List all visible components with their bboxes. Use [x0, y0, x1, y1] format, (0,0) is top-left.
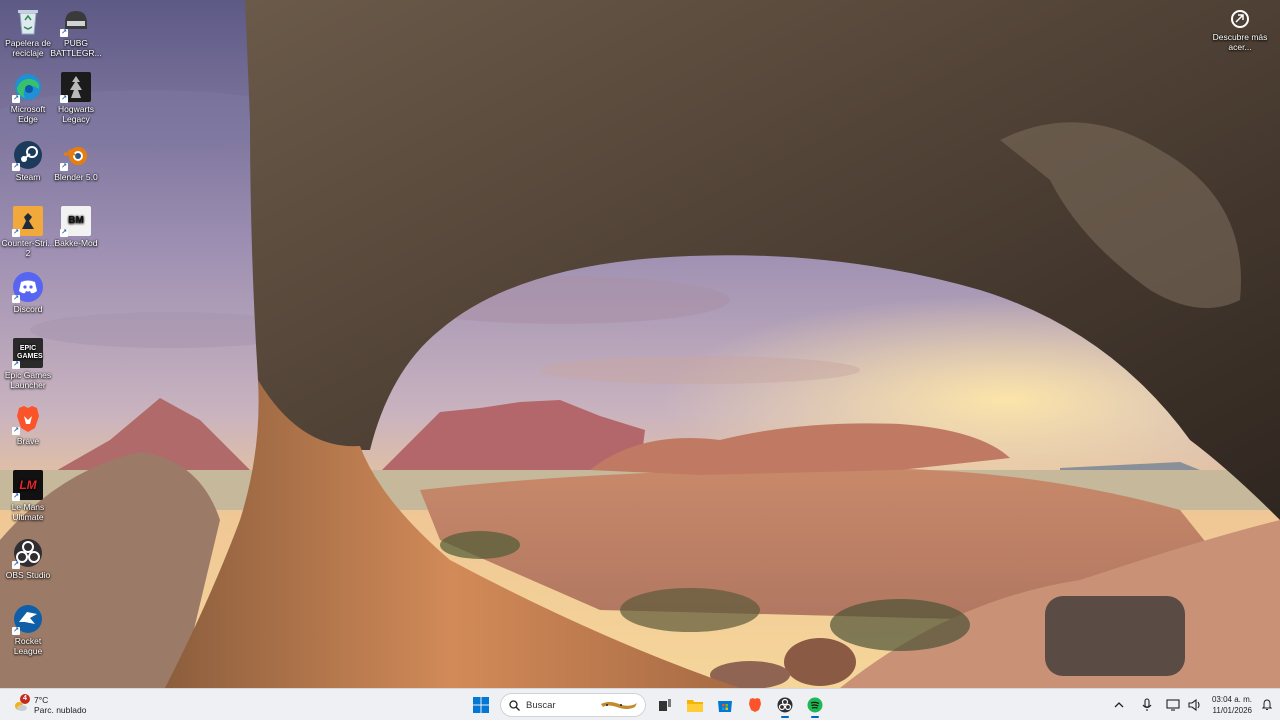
desktop-icon-brave[interactable]: ↗ Brave	[0, 404, 56, 446]
spotify-icon	[807, 697, 823, 713]
brave-taskbar-button[interactable]	[742, 692, 768, 718]
desktop-icon-label: Le Mans Ultimate	[11, 502, 45, 522]
bakkesmod-icon: BM ↗	[60, 206, 91, 237]
pubg-icon: ↗	[60, 6, 91, 37]
chevron-up-icon[interactable]	[1110, 696, 1128, 714]
discover-label: Descubre más acer...	[1212, 32, 1268, 52]
file-explorer-button[interactable]	[682, 692, 708, 718]
weather-widget[interactable]: 4 7°C Parc. nublado	[12, 693, 86, 717]
recycle-bin-icon	[13, 6, 43, 36]
desktop-icon-epic-games[interactable]: EPIC GAMES ↗ Epic Games Launcher	[0, 338, 56, 390]
discord-icon: ↗	[12, 272, 43, 303]
brave-icon	[749, 698, 761, 712]
weather-temp: 7°C	[34, 695, 49, 705]
desktop-icon-blender[interactable]: ↗ Blender 5.0	[48, 140, 104, 182]
counter-strike-icon: ↗	[12, 206, 43, 237]
taskbar-apps: Buscar	[466, 692, 830, 718]
desktop-icon-hogwarts[interactable]: ↗ Hogwarts Legacy	[48, 72, 104, 124]
windows-icon	[473, 697, 489, 713]
hogwarts-icon: ↗	[60, 72, 91, 103]
desktop-icon-discord[interactable]: ↗ Discord	[0, 272, 56, 314]
notifications-bell-icon[interactable]	[1260, 689, 1274, 721]
discover-icon	[1231, 10, 1249, 28]
microphone-icon[interactable]	[1138, 696, 1156, 714]
clock[interactable]: 03:04 a. m. 11/01/2026	[1212, 694, 1252, 716]
network-icon[interactable]	[1164, 696, 1182, 714]
task-view-button[interactable]	[652, 692, 678, 718]
search-icon	[509, 699, 520, 711]
desktop-icon-label: Discord	[13, 304, 43, 314]
search-placeholder: Buscar	[526, 699, 556, 711]
clock-date: 11/01/2026	[1212, 706, 1252, 715]
weather-icon: 4	[12, 694, 30, 713]
desktop-icon-pubg[interactable]: ↗ PUBG BATTLEGR...	[48, 6, 104, 58]
epic-logo-text: EPIC GAMES	[17, 345, 43, 360]
weather-condition: Parc. nublado	[34, 705, 87, 715]
volume-icon[interactable]	[1186, 696, 1204, 714]
desktop-icon-label: Bakke-Mod	[54, 238, 98, 248]
desktop-icon-obs[interactable]: ↗ OBS Studio	[0, 538, 56, 580]
desktop-icon-le-mans[interactable]: LM ↗ Le Mans Ultimate	[0, 470, 56, 522]
store-icon	[718, 701, 732, 712]
taskbar: 4 7°C Parc. nublado Buscar 03:04 a. m. 1…	[0, 688, 1280, 720]
steam-icon: ↗	[12, 140, 43, 171]
folder-icon	[687, 700, 703, 712]
desktop-icon-label: PUBG BATTLEGR...	[50, 38, 102, 58]
desktop-icon-label: Blender 5.0	[54, 172, 98, 182]
desktop-icon-label: OBS Studio	[5, 570, 51, 580]
search-box[interactable]: Buscar	[500, 693, 646, 717]
microsoft-store-button[interactable]	[712, 692, 738, 718]
desktop-icon-bakkesmod[interactable]: BM ↗ Bakke-Mod	[48, 206, 104, 248]
le-mans-logo-text: LM	[19, 478, 37, 492]
desktop-icon-label: Epic Games Launcher	[4, 370, 52, 390]
desktop-icon-label: Brave	[16, 436, 40, 446]
start-button[interactable]	[468, 692, 494, 718]
desktop-icon-label: Rocket League	[13, 636, 43, 656]
desktop-icon-rocket-league[interactable]: ↗ Rocket League	[0, 604, 56, 656]
obs-icon	[777, 697, 793, 713]
epic-games-icon: EPIC GAMES ↗	[12, 338, 43, 369]
brave-icon: ↗	[12, 404, 43, 435]
obs-icon: ↗	[12, 538, 43, 569]
clock-time: 03:04 a. m.	[1211, 695, 1252, 704]
le-mans-icon: LM ↗	[12, 470, 43, 501]
blender-icon: ↗	[60, 140, 91, 171]
rocket-league-icon: ↗	[12, 604, 43, 635]
system-tray: 03:04 a. m. 11/01/2026	[1108, 689, 1280, 721]
search-highlight-icon	[601, 702, 637, 709]
desktop-wallpaper	[0, 0, 1280, 688]
spotify-taskbar-button[interactable]	[802, 692, 828, 718]
edge-icon: ↗	[12, 72, 43, 103]
obs-taskbar-button[interactable]	[772, 692, 798, 718]
desktop-icon-label: Hogwarts Legacy	[58, 104, 94, 124]
task-view-icon	[659, 699, 671, 711]
bakkesmod-logo-text: BM	[68, 215, 84, 226]
notification-badge: 4	[20, 694, 30, 704]
discover-widget[interactable]: Descubre más acer...	[1210, 10, 1270, 52]
